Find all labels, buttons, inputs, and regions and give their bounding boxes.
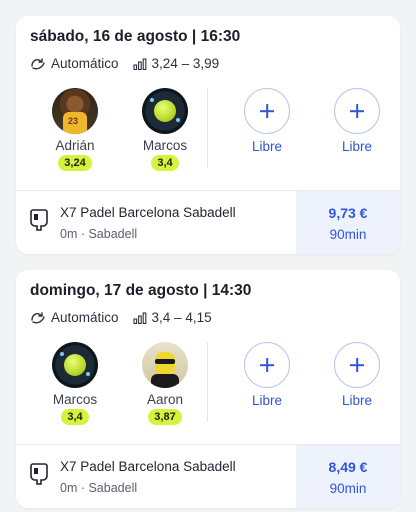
match-mode: Automático — [30, 56, 119, 71]
plus-icon — [334, 342, 380, 388]
avatar — [142, 342, 188, 388]
avatar — [52, 342, 98, 388]
match-mode-label: Automático — [51, 56, 119, 71]
match-meta: Automático 3,24 – 3,99 — [30, 56, 219, 71]
match-card[interactable]: sábado, 16 de agosto | 16:30 Automático … — [16, 16, 400, 254]
match-datetime: domingo, 17 de agosto | 14:30 — [30, 282, 252, 299]
player-name: Marcos — [52, 392, 98, 407]
open-slot-button[interactable]: Libre — [322, 342, 392, 408]
player-slots: 23 Adrián 3,24 Marcos 3,4 Libre Libre — [16, 88, 400, 188]
open-slot-button[interactable]: Libre — [232, 88, 302, 154]
team-divider — [207, 88, 208, 168]
player-slot[interactable]: 23 Adrián 3,24 — [40, 88, 110, 171]
plus-icon — [334, 88, 380, 134]
player-slots: Marcos 3,4 Aaron 3,87 Libre Libre — [16, 342, 400, 442]
venue-name: X7 Padel Barcelona Sabadell — [60, 205, 236, 220]
open-slot-label: Libre — [251, 139, 283, 154]
signal-bars-icon — [132, 311, 146, 324]
avatar: 23 — [52, 88, 98, 134]
venue-distance: 0m · Sabadell — [60, 481, 138, 495]
player-slot[interactable]: Marcos 3,4 — [130, 88, 200, 171]
player-slot[interactable]: Marcos 3,4 — [40, 342, 110, 425]
match-duration: 90min — [329, 227, 367, 242]
player-slot[interactable]: Aaron 3,87 — [130, 342, 200, 425]
player-name: Adrián — [55, 138, 95, 153]
match-level: 3,4 – 4,15 — [132, 310, 212, 325]
plus-icon — [244, 342, 290, 388]
team-divider — [207, 342, 208, 422]
auto-swap-icon — [31, 57, 45, 69]
padel-racket-icon — [30, 209, 48, 231]
auto-swap-icon — [31, 311, 45, 323]
match-meta: Automático 3,4 – 4,15 — [30, 310, 212, 325]
open-slot-label: Libre — [251, 393, 283, 408]
open-slot-button[interactable]: Libre — [232, 342, 302, 408]
player-level-badge: 3,24 — [58, 155, 92, 171]
padel-racket-icon — [30, 463, 48, 485]
open-slot-label: Libre — [341, 139, 373, 154]
plus-icon — [244, 88, 290, 134]
price-box[interactable]: 8,49 € 90min — [296, 445, 400, 508]
match-price: 8,49 € — [328, 459, 368, 475]
match-level-range: 3,4 – 4,15 — [151, 310, 212, 325]
venue-distance: 0m · Sabadell — [60, 227, 138, 241]
match-level: 3,24 – 3,99 — [132, 56, 220, 71]
open-slot-button[interactable]: Libre — [322, 88, 392, 154]
open-slot-label: Libre — [341, 393, 373, 408]
player-name: Marcos — [142, 138, 188, 153]
match-mode: Automático — [30, 310, 119, 325]
match-card[interactable]: domingo, 17 de agosto | 14:30 Automático… — [16, 270, 400, 508]
venue-row[interactable]: X7 Padel Barcelona Sabadell 0m · Sabadel… — [16, 444, 400, 508]
venue-name: X7 Padel Barcelona Sabadell — [60, 459, 236, 474]
match-level-range: 3,24 – 3,99 — [151, 56, 220, 71]
match-duration: 90min — [329, 481, 367, 496]
player-level-badge: 3,87 — [148, 409, 182, 425]
avatar — [142, 88, 188, 134]
player-level-badge: 3,4 — [151, 155, 179, 171]
price-box[interactable]: 9,73 € 90min — [296, 191, 400, 254]
match-datetime: sábado, 16 de agosto | 16:30 — [30, 28, 241, 45]
match-mode-label: Automático — [51, 310, 119, 325]
signal-bars-icon — [132, 57, 146, 70]
venue-row[interactable]: X7 Padel Barcelona Sabadell 0m · Sabadel… — [16, 190, 400, 254]
match-price: 9,73 € — [328, 205, 368, 221]
player-level-badge: 3,4 — [61, 409, 89, 425]
player-name: Aaron — [146, 392, 184, 407]
